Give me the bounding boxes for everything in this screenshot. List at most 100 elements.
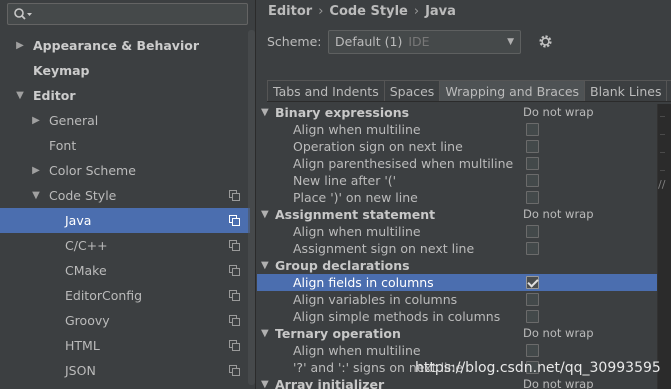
option-group-label: Array initializer: [275, 377, 385, 389]
option-checkbox[interactable]: [526, 174, 539, 187]
wrap-mode-value[interactable]: Do not wrap: [523, 104, 594, 121]
option-row[interactable]: Align simple methods in columns: [257, 308, 657, 325]
option-row[interactable]: Operation sign on next line: [257, 138, 657, 155]
main-panel: Editor › Code Style › Java Scheme: Default (…: [257, 0, 671, 389]
option-checkbox[interactable]: [526, 344, 539, 357]
chevron-down-icon[interactable]: ▼: [30, 183, 42, 208]
sidebar-item[interactable]: Java: [0, 208, 250, 233]
sidebar-item-label: Font: [49, 138, 77, 153]
option-group[interactable]: ▼ Array initializer Do not wrap: [257, 376, 657, 389]
preview-comment: //: [658, 178, 666, 191]
sidebar-item[interactable]: Font: [0, 133, 250, 158]
copy-settings-icon: [229, 215, 240, 226]
tab-java[interactable]: Java: [666, 80, 671, 101]
chevron-down-icon[interactable]: ▼: [261, 325, 269, 342]
option-checkbox[interactable]: [526, 140, 539, 153]
chevron-down-icon[interactable]: ▼: [261, 104, 269, 121]
sidebar-item-label: Editor: [33, 88, 76, 103]
sidebar-item-label: Groovy: [65, 313, 110, 328]
option-row[interactable]: Place ')' on new line: [257, 189, 657, 206]
option-label: Assignment sign on next line: [293, 241, 475, 256]
tab-wrapping-and-braces[interactable]: Wrapping and Braces: [439, 80, 585, 101]
option-row[interactable]: Align when multiline: [257, 342, 657, 359]
option-row[interactable]: Assignment sign on next line: [257, 240, 657, 257]
sidebar-item-label: C/C++: [65, 238, 108, 253]
copy-settings-icon: [229, 240, 240, 251]
sidebar-scrollbar[interactable]: [248, 30, 255, 385]
scheme-hint: IDE: [408, 34, 430, 49]
option-checkbox[interactable]: [526, 310, 539, 323]
preview-line: [660, 134, 665, 135]
sidebar-item-label: CMake: [65, 263, 107, 278]
breadcrumb-item: Editor: [268, 4, 313, 19]
option-label: Align when multiline: [293, 224, 421, 239]
option-row[interactable]: Align parenthesised when multiline: [257, 155, 657, 172]
option-group[interactable]: ▼ Assignment statement Do not wrap: [257, 206, 657, 223]
option-label: Align parenthesised when multiline: [293, 156, 514, 171]
code-preview: //: [657, 104, 671, 389]
preview-line: [660, 116, 665, 117]
settings-tree: ▶ Appearance & Behavior Keymap ▼ Editor ▶ Gene…: [0, 33, 250, 383]
sidebar-item-label: EditorConfig: [65, 288, 143, 303]
sidebar-item[interactable]: EditorConfig: [0, 283, 250, 308]
option-checkbox[interactable]: [526, 123, 539, 136]
option-group[interactable]: ▼ Binary expressions Do not wrap: [257, 104, 657, 121]
wrap-mode-value[interactable]: Do not wrap: [523, 206, 594, 223]
scheme-label: Scheme:: [267, 34, 322, 49]
option-label: Align fields in columns: [293, 275, 434, 290]
chevron-down-icon[interactable]: ▼: [261, 206, 269, 223]
sidebar-item[interactable]: ▶ General: [0, 108, 250, 133]
sidebar-item-label: JSON: [65, 363, 96, 378]
sidebar-item[interactable]: JSON: [0, 358, 250, 383]
breadcrumb-separator: ›: [413, 4, 420, 19]
copy-settings-icon: [229, 190, 240, 201]
option-row[interactable]: New line after '(': [257, 172, 657, 189]
chevron-down-icon[interactable]: ▼: [261, 257, 269, 274]
sidebar-item[interactable]: ▼ Editor: [0, 83, 250, 108]
option-row[interactable]: Align when multiline: [257, 121, 657, 138]
option-checkbox[interactable]: [526, 293, 539, 306]
option-checkbox[interactable]: [526, 225, 539, 238]
option-checkbox[interactable]: [526, 242, 539, 255]
option-checkbox[interactable]: [526, 157, 539, 170]
chevron-right-icon[interactable]: ▶: [14, 33, 26, 58]
sidebar-item[interactable]: Groovy: [0, 308, 250, 333]
option-group[interactable]: ▼ Group declarations: [257, 257, 657, 274]
option-label: Align when multiline: [293, 122, 421, 137]
wrap-mode-value[interactable]: Do not wrap: [523, 325, 594, 342]
breadcrumb-item: Code Style: [329, 4, 408, 19]
tab-blank-lines[interactable]: Blank Lines: [584, 80, 667, 101]
tab-spaces[interactable]: Spaces: [383, 80, 440, 101]
option-group[interactable]: ▼ Ternary operation Do not wrap: [257, 325, 657, 342]
sidebar-item[interactable]: ▼ Code Style: [0, 183, 250, 208]
chevron-right-icon[interactable]: ▶: [30, 108, 42, 133]
option-row[interactable]: Align when multiline: [257, 223, 657, 240]
sidebar-item[interactable]: HTML: [0, 333, 250, 358]
sidebar-item[interactable]: ▶ Appearance & Behavior: [0, 33, 250, 58]
sidebar-item-label: HTML: [65, 338, 100, 353]
copy-settings-icon: [229, 340, 240, 351]
gear-icon[interactable]: [538, 34, 553, 49]
option-label: New line after '(': [293, 173, 397, 188]
chevron-down-icon[interactable]: ▼: [261, 376, 269, 389]
sidebar-item-label: Java: [65, 213, 92, 228]
sidebar-item[interactable]: CMake: [0, 258, 250, 283]
sidebar-item-label: Code Style: [49, 188, 117, 203]
scheme-dropdown[interactable]: Default (1) IDE ▼: [328, 30, 521, 54]
sidebar-item[interactable]: C/C++: [0, 233, 250, 258]
option-checkbox[interactable]: [526, 276, 539, 289]
option-checkbox[interactable]: [526, 191, 539, 204]
sidebar-item[interactable]: Keymap: [0, 58, 250, 83]
tab-tabs-and-indents[interactable]: Tabs and Indents: [267, 80, 384, 101]
option-row[interactable]: Align variables in columns: [257, 291, 657, 308]
chevron-right-icon[interactable]: ▶: [30, 158, 42, 183]
wrap-mode-value[interactable]: Do not wrap: [523, 376, 594, 389]
search-input[interactable]: [7, 3, 248, 25]
chevron-down-icon[interactable]: ▼: [14, 83, 26, 108]
option-label: Align variables in columns: [293, 292, 458, 307]
option-row[interactable]: Align fields in columns: [257, 274, 657, 291]
tab-bar: Tabs and Indents Spaces Wrapping and Brace…: [267, 80, 671, 102]
settings-sidebar: ▶ Appearance & Behavior Keymap ▼ Editor ▶ Gene…: [0, 0, 256, 389]
copy-settings-icon: [229, 265, 240, 276]
sidebar-item[interactable]: ▶ Color Scheme: [0, 158, 250, 183]
